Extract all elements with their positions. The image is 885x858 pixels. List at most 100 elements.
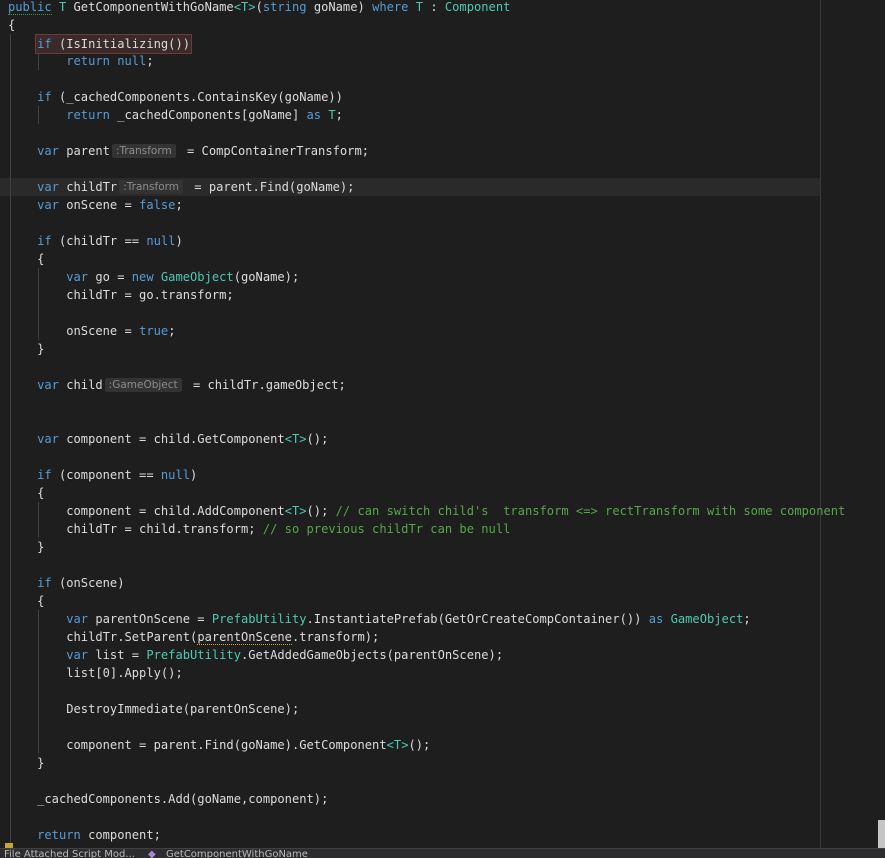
vertical-scrollbar-thumb[interactable] (878, 820, 885, 848)
keyword: return (66, 54, 110, 68)
keyword: as (306, 108, 322, 122)
generic-open: < (233, 0, 241, 14)
colon: : (430, 0, 438, 14)
code-line-42[interactable]: component = parent.Find(goName).GetCompo… (8, 736, 430, 754)
type-name: PrefabUtility (211, 612, 307, 626)
keyword: var (66, 612, 89, 626)
keyword: return (66, 108, 110, 122)
expression: = parent.Find(goName); (194, 180, 355, 194)
statement: _cachedComponents.Add(goName,component); (37, 792, 329, 806)
code-line-11[interactable]: var childTr:Transform = parent.Find(goNa… (8, 178, 354, 196)
identifier: onScene = (66, 198, 132, 212)
identifier: childTr (66, 180, 118, 194)
brace: { (37, 252, 45, 266)
code-line-40[interactable]: DestroyImmediate(parentOnScene); (8, 700, 299, 718)
method-call: .GetAddedGameObjects(parentOnScene); (241, 648, 504, 662)
code-line-37[interactable]: var list = PrefabUtility.GetAddedGameObj… (8, 646, 503, 664)
semicolon: ; (175, 198, 183, 212)
statement: childTr = go.transform; (66, 288, 234, 302)
code-line-29[interactable]: component = child.AddComponent<T>(); // … (8, 502, 845, 520)
code-line-1[interactable]: public T GetComponentWithGoName< T >(strin… (8, 0, 510, 16)
code-line-31[interactable]: } (8, 538, 44, 556)
brace: } (37, 540, 45, 554)
type-name: GameObject (160, 270, 234, 284)
code-line-33[interactable]: if (onScene) (8, 574, 124, 592)
keyword: null (160, 468, 191, 482)
keyword: if (37, 37, 52, 51)
condition: (component == (58, 468, 154, 482)
keyword: public (8, 0, 52, 15)
code-line-38[interactable]: list[0].Apply(); (8, 664, 183, 682)
expression: component; (88, 828, 161, 842)
keyword: return (37, 828, 81, 842)
code-line-17[interactable]: childTr = go.transform; (8, 286, 234, 304)
inlay-type-hint: :Transform (111, 144, 176, 158)
code-line-2[interactable]: { (8, 16, 15, 34)
paren: ( (255, 0, 263, 14)
code-line-35[interactable]: var parentOnScene = PrefabUtility.Instan… (8, 610, 751, 628)
method-call: .InstantiatePrefab(GetOrCreateCompContai… (306, 612, 642, 626)
statement: childTr = child.transform; (66, 522, 256, 536)
code-line-28[interactable]: { (8, 484, 44, 502)
call-parens: (); (306, 504, 329, 518)
file-dropdown[interactable]: File Attached Script Mod... (4, 850, 135, 858)
code-line-45[interactable]: _cachedComponents.Add(goName,component); (8, 790, 328, 808)
keyword: if (37, 576, 52, 590)
code-line-12[interactable]: var onScene = false; (8, 196, 183, 214)
keyword: string (262, 0, 307, 14)
generic-open: < (386, 738, 394, 752)
keyword: if (37, 90, 52, 104)
right-margin-line (820, 0, 821, 848)
method-cube-icon: ◆ (148, 849, 156, 858)
expression: = childTr.gameObject; (192, 378, 346, 392)
code-editor[interactable]: public T GetComponentWithGoName<T>(strin… (0, 0, 885, 858)
code-line-36[interactable]: childTr.SetParent(parentOnScene.transfor… (8, 628, 379, 646)
keyword: var (37, 432, 59, 446)
generic-open: < (284, 504, 292, 518)
code-line-16[interactable]: var go = new GameObject(goName); (8, 268, 299, 286)
expression: _cachedComponents[goName] (117, 108, 300, 122)
call-parens: (); (408, 738, 431, 752)
code-line-4[interactable]: return null; (8, 52, 153, 70)
semicolon: ; (743, 612, 751, 626)
code-line-47[interactable]: return component; (8, 826, 161, 844)
keyword: as (648, 612, 664, 626)
brace: { (37, 486, 45, 500)
statement: .transform); (291, 630, 380, 644)
code-line-25[interactable]: var component = child.GetComponent<T>(); (8, 430, 328, 448)
keyword: var (37, 378, 59, 392)
code-line-19[interactable]: onScene = true; (8, 322, 175, 340)
method-name: GetComponentWithGoName (73, 0, 234, 14)
statement: component = child.GetComponent (66, 432, 285, 446)
method-dropdown[interactable]: GetComponentWithGoName (166, 850, 308, 858)
type-name: PrefabUtility (146, 648, 241, 662)
paren: ) (190, 468, 198, 482)
code-line-3[interactable]: if (IsInitializing()) (8, 34, 193, 54)
code-line-14[interactable]: if (childTr == null) (8, 232, 183, 250)
code-line-15[interactable]: { (8, 250, 44, 268)
brace: { (37, 594, 45, 608)
code-line-20[interactable]: } (8, 340, 44, 358)
identifier: list = (95, 648, 140, 662)
keyword: null (146, 234, 176, 248)
keyword: var (66, 648, 89, 662)
code-line-9[interactable]: var parent:Transform = CompContainerTran… (8, 142, 369, 160)
error-highlight: if (IsInitializing()) (35, 34, 193, 54)
code-line-34[interactable]: { (8, 592, 44, 610)
identifier: parent (66, 144, 110, 158)
code-line-43[interactable]: } (8, 754, 44, 772)
expression: = CompContainerTransform; (187, 144, 370, 158)
code-line-30[interactable]: childTr = child.transform; // so previou… (8, 520, 510, 538)
statement: DestroyImmediate(parentOnScene); (66, 702, 300, 716)
code-line-7[interactable]: return _cachedComponents[goName] as T; (8, 106, 343, 124)
type-name: T (58, 0, 67, 14)
code-line-22[interactable]: var child:GameObject = childTr.gameObjec… (8, 376, 346, 394)
type-name: Component (444, 0, 511, 14)
statement: childTr.SetParent( (66, 630, 198, 644)
code-line-6[interactable]: if (_cachedComponents.ContainsKey(goName… (8, 88, 343, 106)
condition: (IsInitializing()) (58, 37, 191, 51)
keyword: var (37, 144, 59, 158)
comment: // so previous childTr can be null (262, 522, 511, 536)
code-line-27[interactable]: if (component == null) (8, 466, 197, 484)
expression: (goName); (233, 270, 300, 284)
